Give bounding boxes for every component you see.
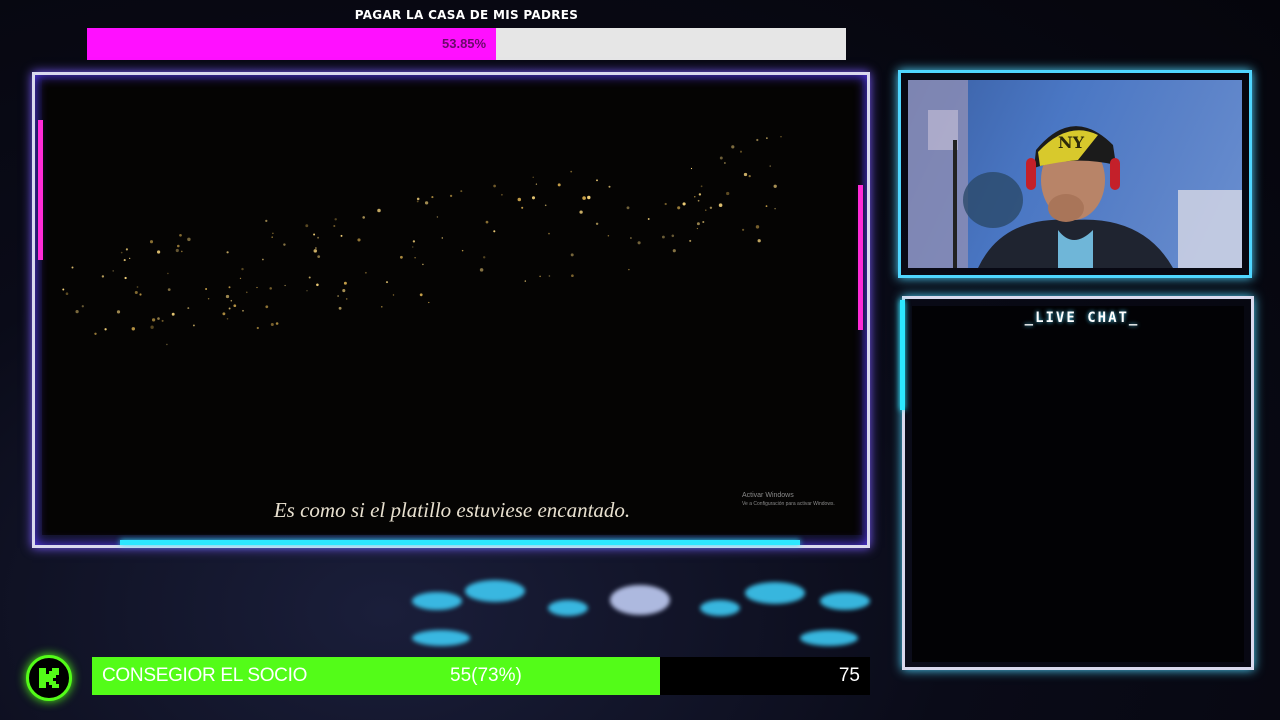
bottom-goal-target: 75 — [838, 665, 860, 686]
top-goal-progress-fill — [87, 28, 496, 60]
activate-windows-watermark: Activar Windows Ve a Configuración para … — [742, 491, 835, 509]
stage-light — [745, 582, 805, 604]
frame-accent-left — [38, 120, 43, 260]
top-goal-title: PAGAR LA CASA DE MIS PADRES — [354, 8, 579, 22]
stage-light — [412, 630, 470, 646]
activate-windows-sub: Ve a Configuración para activar Windows. — [742, 501, 835, 507]
stage-light — [800, 630, 858, 646]
live-chat-frame — [902, 296, 1254, 670]
game-subtitle: Es como si el platillo estuviese encanta… — [273, 498, 631, 522]
stage-light — [700, 600, 740, 616]
frame-accent-right — [858, 185, 863, 330]
bottom-goal-progress-text: 55(73%) — [450, 665, 522, 686]
stage-light — [548, 600, 588, 616]
stage-light — [465, 580, 525, 602]
game-frame — [32, 72, 870, 548]
bottom-goal-label: CONSEGIOR EL SOCIO — [102, 665, 308, 686]
webcam-frame — [898, 70, 1252, 278]
bottom-goal-progress-bar: CONSEGIOR EL SOCIO 55(73%) 75 — [92, 657, 870, 695]
activate-windows-title: Activar Windows — [742, 492, 794, 499]
stage-light — [412, 592, 462, 610]
frame-accent-bottom — [120, 540, 800, 545]
kick-logo-icon — [26, 655, 72, 701]
live-chat-title: _LIVE CHAT_ — [1024, 310, 1140, 326]
chat-frame-accent — [900, 300, 905, 410]
top-goal-percent: 53.85% — [442, 36, 487, 51]
stage-light — [820, 592, 870, 610]
top-goal-progress-bar: 53.85% — [87, 28, 846, 60]
stage-light — [610, 585, 670, 615]
